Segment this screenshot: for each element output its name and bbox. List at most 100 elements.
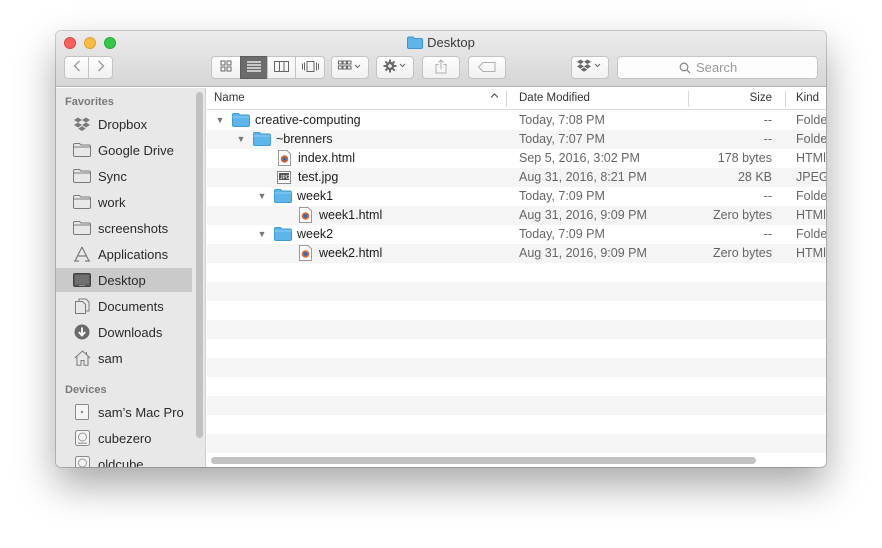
folder-icon [274,226,292,242]
date-column-header[interactable]: Date Modified [519,92,590,104]
sidebar-item-label: Sync [98,168,127,184]
sidebar-item-label: Desktop [98,272,146,288]
home-icon [73,350,91,366]
empty-row [207,415,826,434]
sort-ascending-icon [490,91,499,103]
html-file-icon [275,150,293,166]
window-title-text: Desktop [427,35,475,50]
disclosure-triangle-icon[interactable]: ▼ [214,115,226,125]
sidebar-item-label: Documents [98,298,164,314]
sidebar-item-applications[interactable]: Applications [56,242,192,266]
folder-icon [73,142,91,158]
sidebar-item-label: Downloads [98,324,163,340]
file-list: Name Date Modified Size Kind ▼ creative-… [207,88,826,467]
sidebar-item-label: work [98,194,126,210]
table-row[interactable]: ▼ week2 Today, 7:09 PM -- Folde [207,225,826,244]
sidebar-item-cubezero[interactable]: cubezero [56,426,192,450]
sidebar-item-documents[interactable]: Documents [56,294,192,318]
devices-heading: Devices [65,384,107,396]
file-size: -- [763,132,772,146]
file-size: Zero bytes [712,208,772,222]
file-kind: Folde [796,132,826,146]
folder-icon [407,36,424,52]
file-name: test.jpg [298,170,339,184]
sidebar-item-label: oldcube [98,456,144,468]
sidebar-item-oldcube[interactable]: oldcube [56,452,192,467]
computer-icon [73,404,91,420]
action-button[interactable] [376,56,414,79]
sidebar-item-downloads[interactable]: Downloads [56,320,192,344]
table-row[interactable]: ▼ week1 Today, 7:09 PM -- Folde [207,187,826,206]
sidebar-item-dropbox[interactable]: Dropbox [56,112,192,136]
table-row[interactable]: JPG test.jpg Aug 31, 2016, 8:21 PM 28 KB… [207,168,826,187]
empty-row [207,396,826,415]
tags-button[interactable] [468,56,506,79]
column-view-button[interactable] [267,56,296,79]
sidebar-item-label: Dropbox [98,116,148,132]
empty-row [207,282,826,301]
folder-icon [73,220,91,236]
icon-view-button[interactable] [211,56,241,79]
sidebar-item-screenshots[interactable]: screenshots [56,216,192,240]
desktop-icon [73,272,91,288]
file-kind: JPEG [796,170,826,184]
list-view-button[interactable] [240,56,268,79]
table-row[interactable]: index.html Sep 5, 2016, 3:02 PM 178 byte… [207,149,826,168]
arrange-button[interactable] [331,56,369,79]
column-divider[interactable] [785,91,786,107]
file-size: -- [763,227,772,241]
sidebar-item-label: cubezero [98,430,152,446]
html-file-icon [296,245,314,261]
search-input[interactable] [696,60,756,75]
share-button[interactable] [422,56,460,79]
sidebar-scrollbar[interactable] [196,92,203,438]
table-row[interactable]: ▼ creative-computing Today, 7:08 PM -- F… [207,111,826,130]
empty-row [207,301,826,320]
chevron-right-icon [97,60,105,75]
file-kind: HTMl [796,208,826,222]
sidebar-item-sams-mac-pro[interactable]: sam’s Mac Pro [56,400,192,424]
file-kind: Folde [796,113,826,127]
horizontal-scrollbar[interactable] [211,457,756,464]
dropbox-button[interactable] [571,56,609,79]
disclosure-triangle-icon[interactable]: ▼ [256,191,268,201]
file-size: -- [763,189,772,203]
finder-window: Desktop Search Favorites Dropbox Google … [56,31,826,467]
sidebar-item-sam[interactable]: sam [56,346,192,370]
file-name: creative-computing [255,113,361,127]
sidebar-item-google-drive[interactable]: Google Drive [56,138,192,162]
sidebar-item-label: Google Drive [98,142,174,158]
file-date: Today, 7:08 PM [519,113,605,127]
name-column-header[interactable]: Name [214,92,245,104]
coverflow-view-icon [301,60,319,75]
empty-row [207,358,826,377]
file-date: Sep 5, 2016, 3:02 PM [519,151,640,165]
coverflow-view-button[interactable] [295,56,325,79]
applications-icon [73,246,91,262]
back-button[interactable] [64,56,89,79]
forward-button[interactable] [88,56,113,79]
file-size: -- [763,113,772,127]
file-date: Today, 7:07 PM [519,132,605,146]
column-divider[interactable] [688,91,689,107]
disclosure-triangle-icon[interactable]: ▼ [235,134,247,144]
search-field[interactable] [617,56,818,79]
downloads-icon [73,324,91,340]
dropbox-icon [73,116,91,132]
table-row[interactable]: ▼ ~brenners Today, 7:07 PM -- Folde [207,130,826,149]
column-divider[interactable] [506,91,507,107]
disclosure-triangle-icon[interactable]: ▼ [256,229,268,239]
image-file-icon: JPG [275,169,293,185]
file-size: Zero bytes [712,246,772,260]
sidebar-item-sync[interactable]: Sync [56,164,192,188]
sidebar-item-label: sam’s Mac Pro [98,404,184,420]
toolbar: Desktop [56,31,826,87]
sidebar-item-desktop[interactable]: Desktop [56,268,192,292]
kind-column-header[interactable]: Kind [796,92,819,104]
folder-icon [253,131,271,147]
arrange-icon [338,60,362,75]
sidebar-item-work[interactable]: work [56,190,192,214]
table-row[interactable]: week1.html Aug 31, 2016, 9:09 PM Zero by… [207,206,826,225]
table-row[interactable]: week2.html Aug 31, 2016, 9:09 PM Zero by… [207,244,826,263]
size-column-header[interactable]: Size [750,92,772,104]
